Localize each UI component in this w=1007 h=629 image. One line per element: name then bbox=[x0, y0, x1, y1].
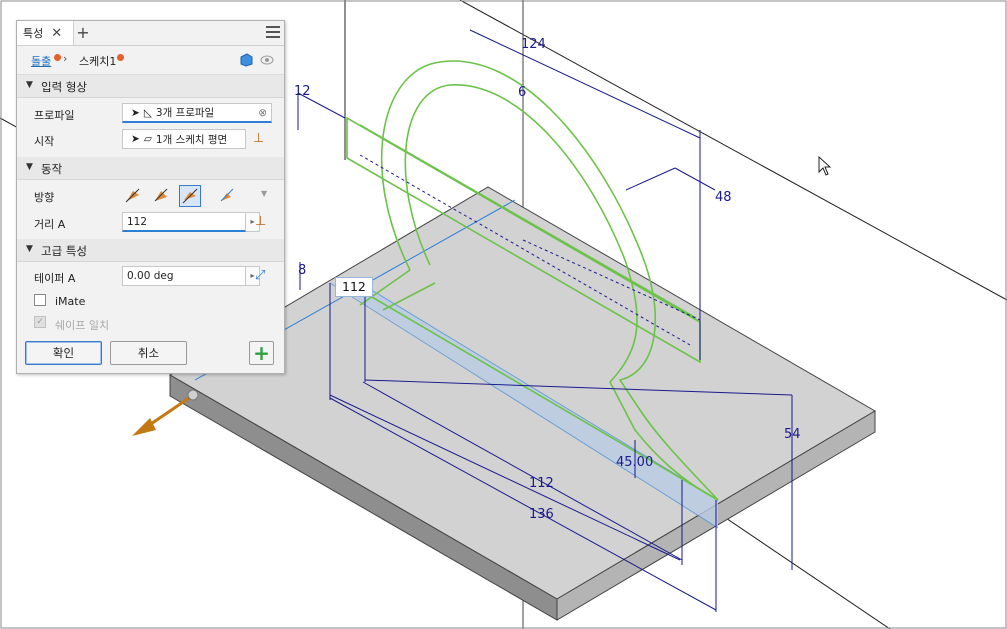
hamburger-menu-icon[interactable] bbox=[266, 26, 280, 38]
taper-label: 테이퍼 A bbox=[34, 272, 76, 285]
collapse-triangle-icon: ▼ bbox=[26, 162, 33, 172]
offset-icon[interactable]: ⊥ bbox=[253, 131, 273, 151]
breadcrumb-extrude-link[interactable]: 돌출 bbox=[31, 53, 51, 69]
start-label: 시작 bbox=[34, 135, 55, 148]
breadcrumb-sketch[interactable]: 스케치1 bbox=[79, 53, 116, 69]
start-row: 시작 ➤ ▱ 1개 스케치 평면 ⊥ bbox=[17, 127, 284, 151]
distance-to-icon[interactable]: ⊥ bbox=[255, 214, 275, 234]
properties-panel: 특성 ✕ + 돌출 › 스케치1 ▼ 입력 형상 프로파일 ➤ ◺ 3개 프로파… bbox=[16, 20, 285, 374]
direction-label: 방향 bbox=[34, 191, 55, 204]
start-selector[interactable]: ➤ ▱ 1개 스케치 평면 bbox=[122, 129, 246, 149]
distance-row: 거리 A 112 ▸ ⊥ bbox=[17, 210, 284, 234]
taper-input[interactable]: 0.00 deg bbox=[122, 266, 246, 286]
panel-tab-bar: 특성 ✕ + bbox=[17, 21, 284, 46]
dimension-54[interactable]: 54 bbox=[784, 427, 801, 442]
imate-label: iMate bbox=[55, 295, 86, 308]
section-title: 동작 bbox=[41, 162, 63, 176]
imate-row: iMate bbox=[17, 289, 284, 313]
match-shape-checkbox[interactable]: ✓ bbox=[34, 316, 46, 328]
profile-label: 프로파일 bbox=[34, 109, 75, 122]
taper-row: 테이퍼 A 0.00 deg ▸ ⤢ bbox=[17, 264, 284, 288]
ok-button[interactable]: 확인 bbox=[25, 341, 102, 365]
select-arrow-icon: ➤ bbox=[131, 133, 140, 145]
tab-label: 특성 bbox=[23, 27, 44, 40]
section-advanced[interactable]: ▼ 고급 특성 bbox=[17, 239, 284, 262]
chevron-right-icon: › bbox=[63, 52, 68, 65]
distance-input[interactable]: 112 bbox=[122, 212, 246, 232]
clear-icon[interactable]: ⊗ bbox=[258, 107, 267, 119]
section-behavior[interactable]: ▼ 동작 bbox=[17, 157, 284, 180]
section-title: 입력 형상 bbox=[41, 80, 87, 94]
dimension-136[interactable]: 136 bbox=[529, 507, 554, 522]
direction-default-icon[interactable] bbox=[123, 185, 143, 205]
add-tab-icon[interactable]: + bbox=[74, 23, 92, 43]
status-dot-icon bbox=[54, 54, 61, 61]
mouse-cursor-icon bbox=[818, 156, 832, 176]
direction-asymmetric-icon[interactable] bbox=[217, 185, 237, 205]
profile-value: 3개 프로파일 bbox=[155, 107, 215, 119]
dimension-angle-45[interactable]: 45.00 bbox=[616, 455, 653, 470]
match-shape-label: 쉐이프 일치 bbox=[55, 319, 110, 332]
dimension-8[interactable]: 8 bbox=[298, 263, 306, 278]
profile-row: 프로파일 ➤ ◺ 3개 프로파일 ⊗ bbox=[17, 101, 284, 125]
tab-properties[interactable]: 특성 ✕ bbox=[17, 21, 74, 45]
match-shape-row: ✓ 쉐이프 일치 bbox=[17, 311, 284, 335]
dimension-6[interactable]: 6 bbox=[518, 85, 526, 100]
breadcrumb: 돌출 › 스케치1 bbox=[17, 46, 284, 75]
direction-row: 방향 ▼ bbox=[17, 183, 284, 207]
collapse-triangle-icon: ▼ bbox=[26, 244, 33, 254]
section-input-shape[interactable]: ▼ 입력 형상 bbox=[17, 75, 284, 98]
imate-checkbox[interactable] bbox=[34, 294, 46, 306]
select-arrow-icon: ➤ bbox=[131, 106, 140, 119]
start-value: 1개 스케치 평면 bbox=[155, 133, 228, 146]
profile-shape-icon: ◺ bbox=[143, 106, 152, 119]
direction-symmetric-icon[interactable] bbox=[179, 185, 201, 207]
dimension-112[interactable]: 112 bbox=[529, 476, 554, 491]
flip-taper-icon[interactable]: ⤢ bbox=[255, 268, 275, 288]
apply-add-icon[interactable]: + bbox=[249, 341, 274, 365]
section-title: 고급 특성 bbox=[41, 244, 87, 258]
close-icon[interactable]: ✕ bbox=[51, 26, 62, 41]
direction-flipped-icon[interactable] bbox=[151, 185, 171, 205]
chevron-down-icon[interactable]: ▼ bbox=[261, 189, 267, 198]
distance-label: 거리 A bbox=[34, 218, 66, 231]
plane-icon: ▱ bbox=[143, 133, 152, 145]
dimension-48[interactable]: 48 bbox=[715, 190, 732, 205]
distance-input-box[interactable]: 112 bbox=[335, 277, 373, 297]
profile-selector[interactable]: ➤ ◺ 3개 프로파일 ⊗ bbox=[122, 103, 272, 123]
eye-icon[interactable] bbox=[260, 55, 274, 65]
collapse-triangle-icon: ▼ bbox=[26, 80, 33, 90]
direction-manipulator-arrow[interactable] bbox=[132, 389, 199, 436]
cancel-button[interactable]: 취소 bbox=[110, 341, 187, 365]
status-dot-icon bbox=[117, 54, 124, 61]
cube-icon[interactable] bbox=[239, 53, 253, 67]
dimension-12[interactable]: 12 bbox=[294, 84, 311, 99]
dimension-124[interactable]: 124 bbox=[521, 37, 546, 52]
